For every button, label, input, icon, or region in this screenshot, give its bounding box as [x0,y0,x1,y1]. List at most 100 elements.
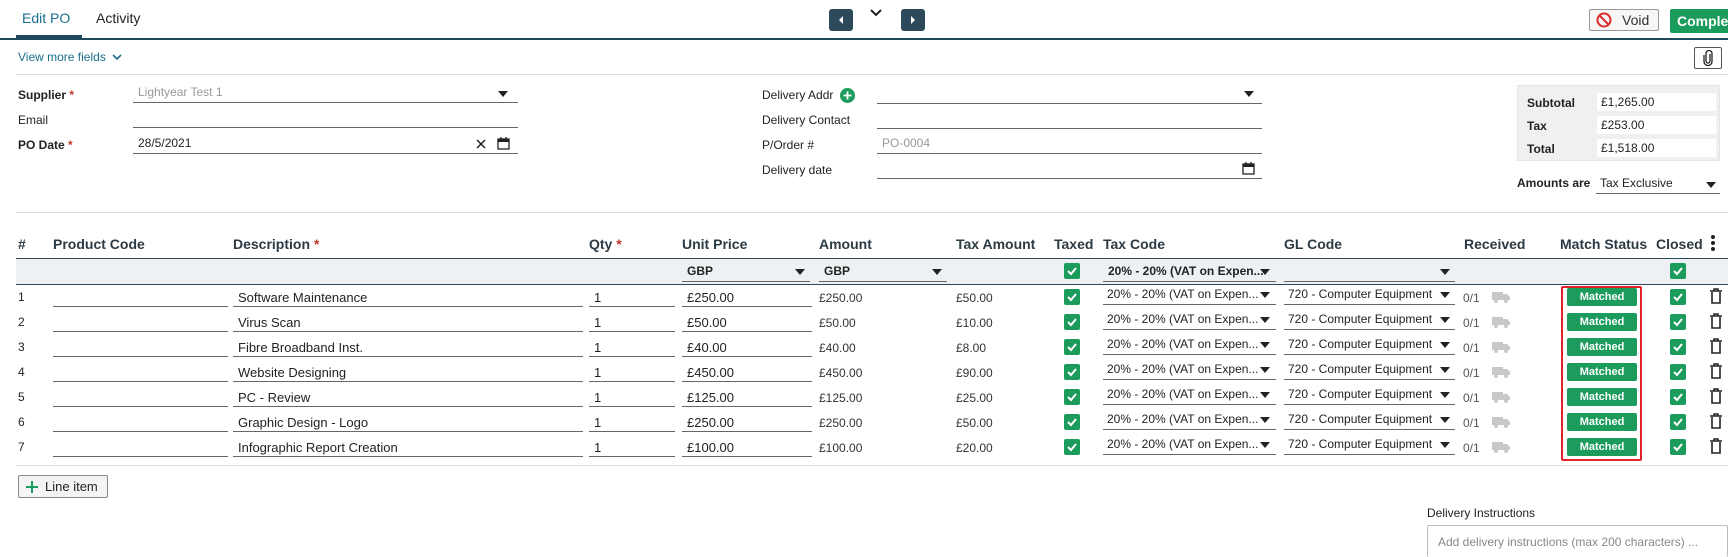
gl-code-select[interactable]: 720 - Computer Equipment [1284,335,1455,355]
gl-code-select[interactable]: 720 - Computer Equipment [1284,410,1455,430]
closed-checkbox[interactable] [1670,289,1686,305]
description-field[interactable]: Infographic Report Creation [233,437,583,457]
product-code-field[interactable] [53,312,228,332]
tax-code-select[interactable]: 20% - 20% (VAT on Expen... [1103,385,1276,405]
product-code-field[interactable] [53,437,228,457]
calendar-icon[interactable] [1242,162,1255,175]
unit-price-field[interactable]: £250.00 [682,287,812,307]
trash-icon[interactable] [1709,412,1723,430]
description-field[interactable]: PC - Review [233,387,583,407]
trash-icon[interactable] [1709,337,1723,355]
gl-code-select[interactable]: 720 - Computer Equipment [1284,285,1455,305]
unit-price-field[interactable]: £50.00 [682,312,812,332]
gl-code-caret[interactable] [1440,417,1450,423]
taxed-checkbox[interactable] [1064,364,1080,380]
tax-code-caret[interactable] [1260,342,1270,348]
delivery-addr-caret[interactable] [1244,91,1254,97]
tax-code-caret[interactable] [1260,367,1270,373]
qty-field[interactable]: 1 [589,412,675,432]
closed-checkbox[interactable] [1670,339,1686,355]
amounts-caret[interactable] [1706,182,1716,188]
product-code-field[interactable] [53,362,228,382]
description-field[interactable]: Software Maintenance [233,287,583,307]
gl-code-select[interactable]: 720 - Computer Equipment [1284,310,1455,330]
delivery-contact-field[interactable] [877,109,1262,129]
closed-all-checkbox[interactable] [1670,263,1686,279]
unit-price-field[interactable]: £125.00 [682,387,812,407]
void-button[interactable]: Void [1589,9,1659,31]
unit-price-field[interactable]: £100.00 [682,437,812,457]
gl-code-caret[interactable] [1440,392,1450,398]
gl-code-caret[interactable] [1440,292,1450,298]
qty-field[interactable]: 1 [589,337,675,357]
trash-icon[interactable] [1709,387,1723,405]
amount-currency-caret[interactable] [932,269,942,275]
tax-code-caret[interactable] [1260,317,1270,323]
more-vert-icon[interactable] [1710,234,1716,252]
tax-code-select[interactable]: 20% - 20% (VAT on Expen... [1103,335,1276,355]
qty-field[interactable]: 1 [589,362,675,382]
email-field[interactable] [133,108,518,128]
chevron-down-icon[interactable] [868,5,884,21]
gl-code-select[interactable]: 720 - Computer Equipment [1284,385,1455,405]
prev-record-button[interactable] [829,9,853,31]
tax-code-select[interactable]: 20% - 20% (VAT on Expen... [1103,410,1276,430]
product-code-field[interactable] [53,387,228,407]
qty-field[interactable]: 1 [589,387,675,407]
tax-code-caret[interactable] [1260,392,1270,398]
gl-code-select[interactable]: 720 - Computer Equipment [1284,435,1455,455]
closed-checkbox[interactable] [1670,414,1686,430]
description-field[interactable]: Graphic Design - Logo [233,412,583,432]
delivery-date-field[interactable] [877,159,1262,179]
gl-code-all-select[interactable] [1284,262,1455,282]
taxed-checkbox[interactable] [1064,414,1080,430]
truck-icon[interactable] [1492,416,1510,428]
product-code-field[interactable] [53,337,228,357]
unit-price-field[interactable]: £450.00 [682,362,812,382]
tax-code-caret[interactable] [1260,442,1270,448]
taxed-checkbox[interactable] [1064,389,1080,405]
tax-code-all-select[interactable]: 20% - 20% (VAT on Expen... [1103,262,1276,282]
truck-icon[interactable] [1492,291,1510,303]
supplier-dropdown-caret[interactable] [498,91,508,97]
product-code-field[interactable] [53,412,228,432]
unit-price-field[interactable]: £250.00 [682,412,812,432]
attach-button[interactable] [1694,47,1722,69]
tax-code-select[interactable]: 20% - 20% (VAT on Expen... [1103,285,1276,305]
po-date-field[interactable]: 28/5/2021 [133,134,518,154]
amount-currency-select[interactable]: GBP [819,262,947,282]
gl-code-caret[interactable] [1440,317,1450,323]
taxed-all-checkbox[interactable] [1064,263,1080,279]
closed-checkbox[interactable] [1670,389,1686,405]
truck-icon[interactable] [1492,441,1510,453]
supplier-select[interactable]: Lightyear Test 1 [133,83,518,103]
calendar-icon[interactable] [497,137,510,150]
tax-code-select[interactable]: 20% - 20% (VAT on Expen... [1103,310,1276,330]
product-code-field[interactable] [53,287,228,307]
complete-button[interactable]: Complete [1670,9,1728,33]
description-field[interactable]: Virus Scan [233,312,583,332]
taxed-checkbox[interactable] [1064,339,1080,355]
taxed-checkbox[interactable] [1064,289,1080,305]
tab-edit-po[interactable]: Edit PO [22,10,70,26]
delivery-instructions-input[interactable]: Add delivery instructions (max 200 chara… [1427,525,1728,557]
trash-icon[interactable] [1709,362,1723,380]
gl-code-all-caret[interactable] [1440,269,1450,275]
taxed-checkbox[interactable] [1064,439,1080,455]
delivery-addr-select[interactable] [877,84,1262,104]
tax-code-select[interactable]: 20% - 20% (VAT on Expen... [1103,435,1276,455]
truck-icon[interactable] [1492,316,1510,328]
gl-code-select[interactable]: 720 - Computer Equipment [1284,360,1455,380]
view-more-fields-toggle[interactable]: View more fields [18,50,122,64]
gl-code-caret[interactable] [1440,442,1450,448]
clear-icon[interactable] [476,139,486,149]
amounts-are-select[interactable]: Tax Exclusive [1596,174,1720,194]
plus-circle-icon[interactable] [840,88,855,103]
gl-code-caret[interactable] [1440,342,1450,348]
tax-code-select[interactable]: 20% - 20% (VAT on Expen... [1103,360,1276,380]
qty-field[interactable]: 1 [589,312,675,332]
unit-price-currency-caret[interactable] [795,269,805,275]
unit-price-field[interactable]: £40.00 [682,337,812,357]
trash-icon[interactable] [1709,437,1723,455]
next-record-button[interactable] [901,9,925,31]
